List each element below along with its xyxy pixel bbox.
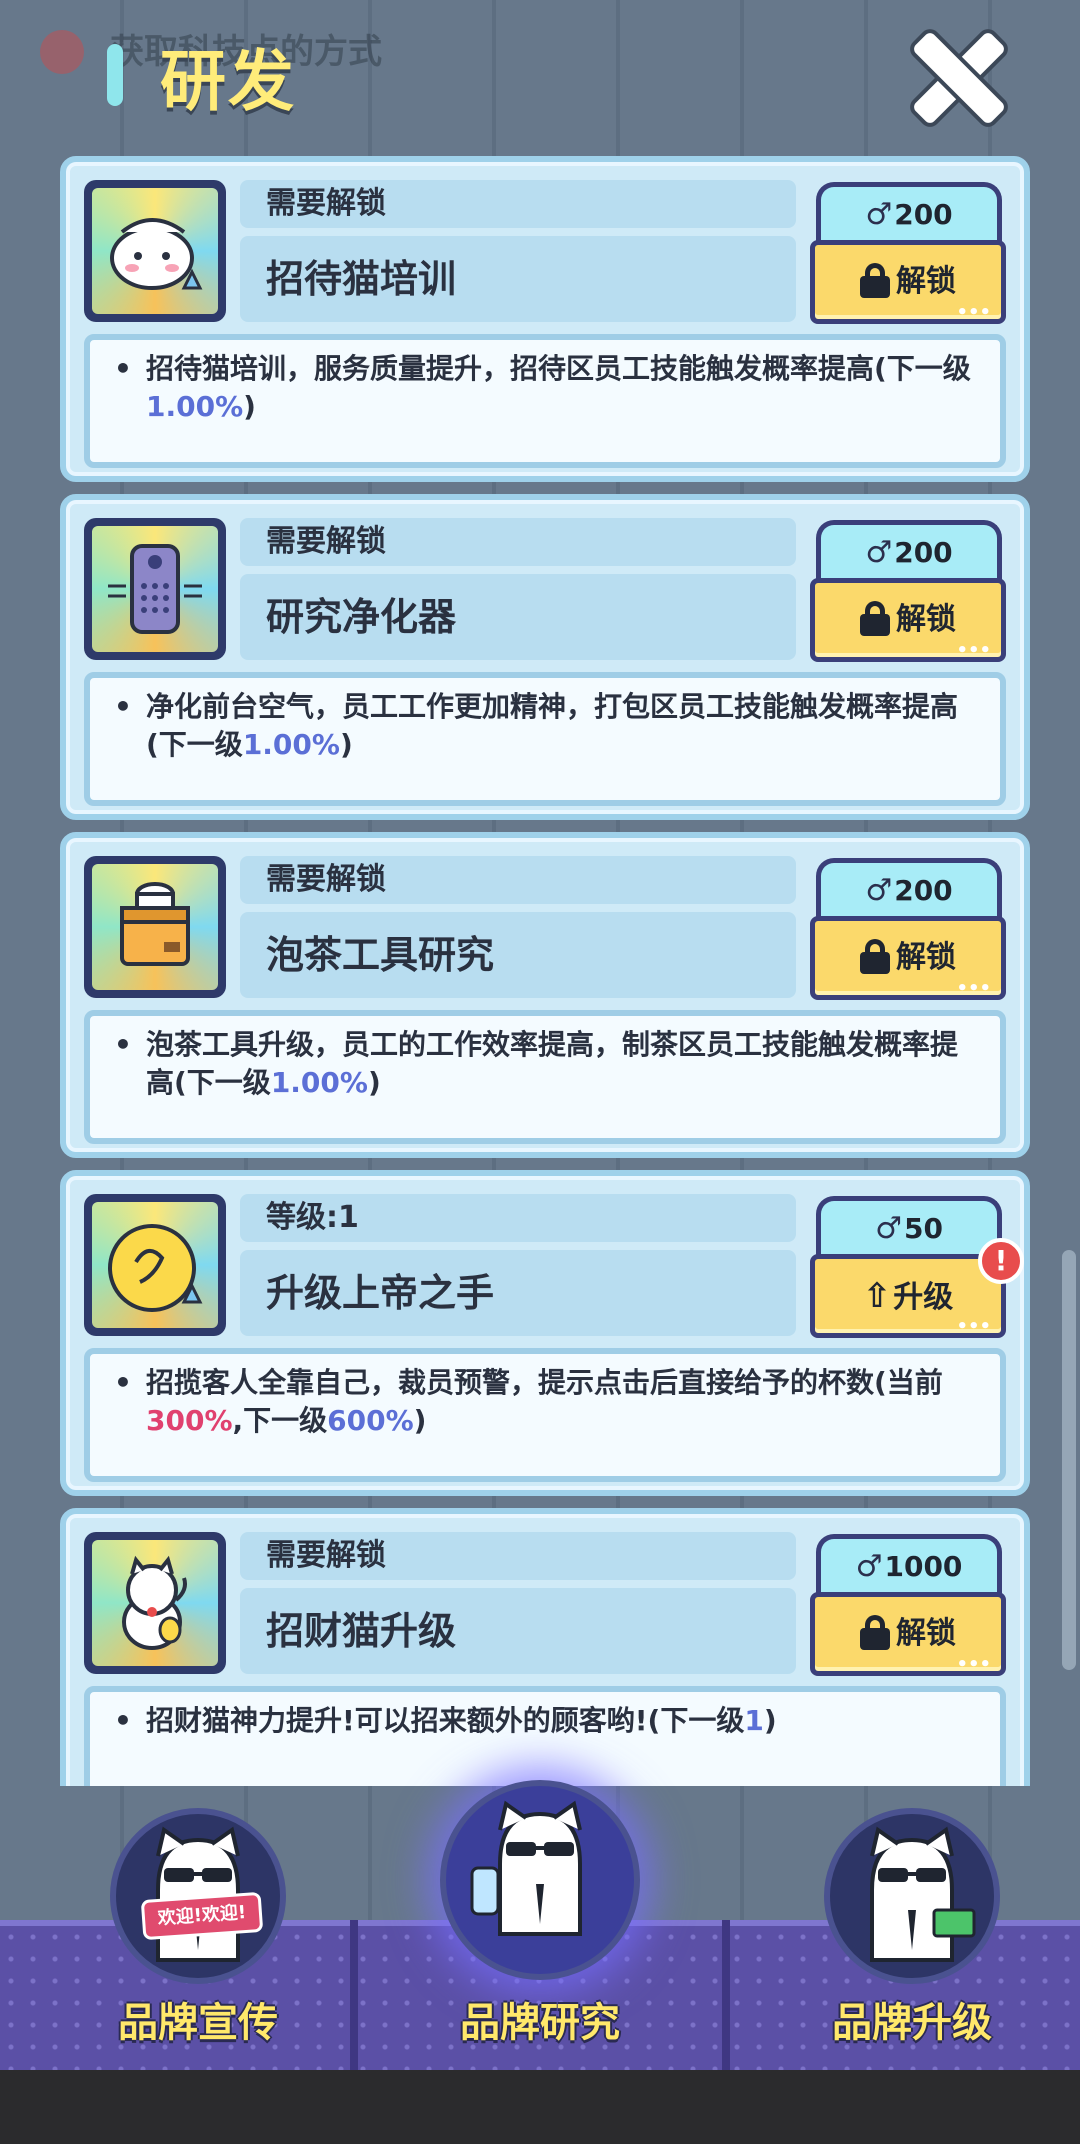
desc-text: 泡茶工具升级，员工的工作效率提高，制茶区员工技能触发概率提高(下一级 (146, 1028, 959, 1099)
nav-brand-research[interactable]: 品牌研究 (410, 1770, 670, 2046)
research-card: 等级:1 升级上帝之手 ♂50 ⇧升级 ••• ! 招揽客人全靠自己，裁员预警，… (60, 1170, 1030, 1496)
unlock-button[interactable]: 解锁 ••• (810, 240, 1006, 324)
cost-value: 200 (894, 536, 953, 569)
lock-icon (860, 939, 890, 974)
research-name: 招财猫升级 (240, 1588, 796, 1674)
research-description: 泡茶工具升级，员工的工作效率提高，制茶区员工技能触发概率提高(下一级1.00%) (84, 1010, 1006, 1144)
research-card: 需要解锁 招财猫升级 ♂1000 解锁 ••• 招财猫神力提升!可以招来额外的顾… (60, 1508, 1030, 1786)
lock-icon (860, 263, 890, 298)
unlock-button-label: 解锁 (896, 264, 956, 299)
research-status: 需要解锁 (240, 180, 796, 228)
desc-end: ) (763, 1704, 777, 1737)
desc-next-value: 1.00% (146, 390, 244, 423)
tech-point-icon: ♂ (865, 535, 893, 570)
research-status: 需要解锁 (240, 1532, 796, 1580)
nav-label: 品牌宣传 (118, 2000, 278, 2046)
desc-end: ) (243, 390, 256, 423)
unlock-button[interactable]: 解锁 ••• (810, 1592, 1006, 1676)
cat-maid-icon (92, 188, 218, 314)
upgrade-button[interactable]: ⇧升级 ••• (810, 1254, 1006, 1338)
desc-next-value: 1.00% (270, 1066, 368, 1099)
unlock-button[interactable]: 解锁 ••• (810, 916, 1006, 1000)
lock-icon (860, 601, 890, 636)
research-name: 招待猫培训 (240, 236, 796, 322)
cool-cat-icon (870, 1826, 976, 1962)
research-description: 招揽客人全靠自己，裁员预警，提示点击后直接给予的杯数(当前 300%,下一级600… (84, 1348, 1006, 1482)
unlock-button-label: 解锁 (896, 1616, 956, 1651)
alert-badge: ! (978, 1238, 1024, 1284)
desc-end: ) (413, 1404, 427, 1437)
research-icon-frame (84, 1194, 226, 1336)
desc-text: 招揽客人全靠自己，裁员预警，提示点击后直接给予的杯数(当前 (146, 1366, 943, 1399)
page-title: 研发 (160, 43, 296, 120)
research-icon-frame (84, 180, 226, 322)
welcome-banner: 欢迎!欢迎! (140, 1891, 264, 1941)
research-icon-frame (84, 856, 226, 998)
tech-point-icon: ♂ (865, 873, 893, 908)
research-card: 需要解锁 招待猫培训 ♂200 解锁 ••• 招待猫培训，服务质量提升，招待区员… (60, 156, 1030, 482)
cost-tab: ♂200 (816, 182, 1002, 246)
arrow-up-icon: ⇧ (862, 1276, 892, 1316)
cost-value: 200 (894, 874, 953, 907)
cost-tab: ♂200 (816, 858, 1002, 922)
unlock-button[interactable]: 解锁 ••• (810, 578, 1006, 662)
lock-icon (860, 1615, 890, 1650)
research-level: 等级:1 (240, 1194, 796, 1242)
hand-icon (92, 1202, 218, 1328)
button-dots: ••• (956, 978, 991, 999)
research-status: 需要解锁 (240, 856, 796, 904)
desc-end: ) (339, 728, 353, 761)
button-dots: ••• (956, 1654, 991, 1675)
unlock-button-label: 解锁 (896, 602, 956, 637)
nav-label: 品牌升级 (832, 2000, 992, 2046)
research-icon-frame (84, 1532, 226, 1674)
desc-next-value: 600% (327, 1404, 414, 1437)
button-dots: ••• (956, 1316, 991, 1337)
desc-next-value: 1 (744, 1704, 764, 1737)
desc-current-value: 300% (146, 1404, 233, 1437)
cool-cat-icon (470, 1800, 582, 1936)
tech-point-icon: ♂ (865, 197, 893, 232)
close-button[interactable] (908, 28, 1008, 128)
research-name: 研究净化器 (240, 574, 796, 660)
button-dots: ••• (956, 302, 991, 323)
research-status: 需要解锁 (240, 518, 796, 566)
cost-tab: ♂50 (816, 1196, 1002, 1260)
nav-brand-upgrade[interactable]: 品牌升级 (782, 1770, 1042, 2046)
cost-tab: ♂1000 (816, 1534, 1002, 1598)
system-nav-strip (0, 2070, 1080, 2144)
research-name: 升级上帝之手 (240, 1250, 796, 1336)
desc-text: 招待猫培训，服务质量提升，招待区员工技能触发概率提高(下一级 (146, 352, 971, 385)
button-dots: ••• (956, 640, 991, 661)
research-card: 需要解锁 泡茶工具研究 ♂200 解锁 ••• 泡茶工具升级，员工的工作效率提高… (60, 832, 1030, 1158)
research-description: 净化前台空气，员工工作更加精神，打包区员工技能触发概率提高(下一级1.00%) (84, 672, 1006, 806)
nav-label: 品牌研究 (460, 2000, 620, 2046)
cost-tab: ♂200 (816, 520, 1002, 584)
cost-value: 200 (894, 198, 953, 231)
header: 研发 (0, 0, 1080, 150)
tech-point-icon: ♂ (875, 1211, 902, 1246)
scrollbar[interactable] (1062, 1250, 1076, 1670)
unlock-button-label: 解锁 (896, 940, 956, 975)
research-list[interactable]: 需要解锁 招待猫培训 ♂200 解锁 ••• 招待猫培训，服务质量提升，招待区员… (60, 156, 1030, 1786)
title-accent (107, 44, 123, 106)
research-card: 需要解锁 研究净化器 ♂200 解锁 ••• 净化前台空气，员工工作更加精神，打… (60, 494, 1030, 820)
research-icon-frame (84, 518, 226, 660)
air-purifier-icon (92, 526, 218, 652)
desc-text-mid: ,下一级 (232, 1404, 328, 1437)
research-name: 泡茶工具研究 (240, 912, 796, 998)
research-description: 招待猫培训，服务质量提升，招待区员工技能触发概率提高(下一级 1.00%) (84, 334, 1006, 468)
nav-brand-promotion[interactable]: 欢迎!欢迎! 品牌宣传 (68, 1770, 328, 2046)
nav-divider (722, 1920, 730, 2070)
tech-point-icon: ♂ (855, 1549, 883, 1584)
upgrade-button-label: 升级 (893, 1280, 954, 1315)
desc-next-value: 1.00% (242, 728, 340, 761)
desc-end: ) (367, 1066, 381, 1099)
tea-box-icon (92, 864, 218, 990)
nav-divider (350, 1920, 358, 2070)
cost-value: 1000 (884, 1550, 963, 1583)
cost-value: 50 (903, 1212, 943, 1245)
desc-text: 招财猫神力提升!可以招来额外的顾客哟!(下一级 (146, 1704, 745, 1737)
lucky-cat-icon (92, 1540, 218, 1666)
